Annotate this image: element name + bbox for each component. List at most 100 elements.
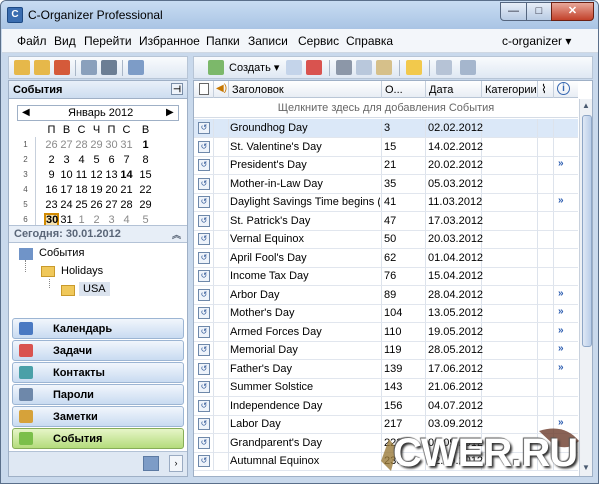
calendar-day[interactable]: 25	[74, 198, 89, 212]
menu-records[interactable]: Записи	[248, 34, 288, 48]
table-row[interactable]: ↺ St. Patrick's Day 47 17.03.2012	[194, 211, 578, 231]
delete-icon[interactable]	[306, 60, 322, 75]
menu-help[interactable]: Справка	[346, 34, 393, 48]
folder-delete-icon[interactable]	[54, 60, 70, 75]
cut-icon[interactable]	[336, 60, 352, 75]
calendar-day[interactable]: 24	[59, 198, 74, 212]
scroll-up-icon[interactable]: ▲	[582, 101, 590, 110]
print-icon[interactable]	[101, 60, 117, 75]
calendar-day[interactable]: 10	[59, 168, 74, 182]
calendar-day[interactable]: 30	[104, 138, 119, 152]
menu-file[interactable]: Файл	[17, 34, 47, 48]
table-row[interactable]: ↺ Armed Forces Day 110 19.05.2012 »	[194, 322, 578, 342]
calendar-day[interactable]: 1	[138, 138, 153, 152]
table-row[interactable]: ↺ Groundhog Day 3 02.02.2012	[194, 119, 578, 138]
scroll-thumb[interactable]	[582, 115, 592, 347]
calendar-day[interactable]: 4	[74, 153, 89, 167]
minimize-button[interactable]: —	[500, 2, 527, 21]
note-icon[interactable]	[406, 60, 422, 75]
table-row[interactable]: ↺ Arbor Day 89 28.04.2012 »	[194, 285, 578, 305]
create-icon[interactable]	[208, 60, 224, 75]
table-row[interactable]: ↺ Father's Day 139 17.06.2012 »	[194, 359, 578, 379]
calendar-day[interactable]: 12	[89, 168, 104, 182]
layout-icon[interactable]	[128, 60, 144, 75]
menu-folders[interactable]: Папки	[206, 34, 240, 48]
calendar-day[interactable]: 31	[119, 138, 134, 152]
calendar-day[interactable]: 7	[119, 153, 134, 167]
calendar-day[interactable]: 21	[119, 183, 134, 197]
prev-month-icon[interactable]: ◀	[22, 107, 30, 118]
tree-holidays[interactable]: Holidays	[61, 265, 103, 277]
col-categories[interactable]: Категории	[485, 84, 537, 96]
col-title[interactable]: Заголовок	[232, 84, 284, 96]
table-row[interactable]: ↺ Vernal Equinox 50 20.03.2012	[194, 230, 578, 249]
calendar-icon[interactable]	[143, 456, 159, 471]
table-row[interactable]: ↺ Independence Day 156 04.07.2012	[194, 396, 578, 416]
calendar-day[interactable]: 28	[74, 138, 89, 152]
calendar-day[interactable]: 15	[138, 168, 153, 182]
calendar-day[interactable]: 8	[138, 153, 153, 167]
table-row[interactable]: ↺ Summer Solstice 143 21.06.2012	[194, 378, 578, 397]
nav-contacts[interactable]: Контакты	[12, 362, 184, 383]
calendar-day[interactable]: 20	[104, 183, 119, 197]
profile-selector[interactable]: c-organizer ▾	[502, 34, 571, 48]
calendar-day[interactable]: 14	[119, 168, 134, 182]
nav-tasks[interactable]: Задачи	[12, 340, 184, 361]
calendar-day[interactable]: 3	[59, 153, 74, 167]
tree-usa[interactable]: USA	[79, 282, 110, 296]
calendar-day[interactable]: 26	[89, 198, 104, 212]
table-row[interactable]: ↺ April Fool's Day 62 01.04.2012	[194, 248, 578, 268]
menu-favorites[interactable]: Избранное	[139, 34, 200, 48]
edit-icon[interactable]	[286, 60, 302, 75]
calendar-day[interactable]: 11	[74, 168, 89, 182]
calendar-day[interactable]: 23	[44, 198, 59, 212]
calendar-day[interactable]: 27	[104, 198, 119, 212]
add-event-row[interactable]: Щелкните здесь для добавления События	[194, 99, 578, 118]
calendar-day[interactable]: 18	[74, 183, 89, 197]
calendar-day[interactable]: 6	[104, 153, 119, 167]
calendar-day[interactable]: 22	[138, 183, 153, 197]
table-row[interactable]: ↺ Mother's Day 104 13.05.2012 »	[194, 304, 578, 323]
nav-notes[interactable]: Заметки	[12, 406, 184, 427]
calendar-day[interactable]: 2	[44, 153, 59, 167]
table-row[interactable]: ↺ Income Tax Day 76 15.04.2012	[194, 267, 578, 286]
tree-root[interactable]: События	[39, 247, 84, 259]
properties-icon[interactable]	[436, 60, 452, 75]
menu-view[interactable]: Вид	[54, 34, 76, 48]
menu-go[interactable]: Перейти	[84, 34, 132, 48]
table-row[interactable]: ↺ Mother-in-Law Day 35 05.03.2012	[194, 174, 578, 194]
calendar-day[interactable]: 19	[89, 183, 104, 197]
col-num[interactable]: О...	[385, 84, 403, 96]
next-month-icon[interactable]: ▶	[166, 107, 174, 118]
nav-passwords[interactable]: Пароли	[12, 384, 184, 405]
calendar-day[interactable]: 16	[44, 183, 59, 197]
table-row[interactable]: ↺ President's Day 21 20.02.2012 »	[194, 156, 578, 175]
columns-icon[interactable]	[460, 60, 476, 75]
table-row[interactable]: ↺ Memorial Day 119 28.05.2012 »	[194, 341, 578, 360]
maximize-button[interactable]: □	[526, 2, 552, 21]
calendar-day[interactable]: 5	[89, 153, 104, 167]
paste-icon[interactable]	[376, 60, 392, 75]
folder-add-icon[interactable]	[34, 60, 50, 75]
table-row[interactable]: ↺ Daylight Savings Time begins (... 41 11.0…	[194, 193, 578, 212]
close-button[interactable]: ✕	[551, 2, 594, 21]
calendar-day[interactable]: 13	[104, 168, 119, 182]
calendar-day[interactable]: 27	[59, 138, 74, 152]
calendar-day[interactable]: 26	[44, 138, 59, 152]
calendar-day[interactable]: 17	[59, 183, 74, 197]
expand-nav-icon[interactable]: ›	[169, 455, 183, 472]
calendar-day[interactable]: 9	[44, 168, 59, 182]
collapse-icon[interactable]: ︽	[172, 228, 181, 241]
search-icon[interactable]	[81, 60, 97, 75]
table-row[interactable]: ↺ St. Valentine's Day 15 14.02.2012	[194, 137, 578, 157]
pin-icon[interactable]: ⊣	[171, 83, 183, 95]
nav-events[interactable]: События	[12, 428, 184, 449]
create-button[interactable]: Создать ▾	[229, 61, 279, 74]
folder-icon[interactable]	[14, 60, 30, 75]
calendar-day[interactable]: 29	[89, 138, 104, 152]
calendar-day[interactable]: 28	[119, 198, 134, 212]
calendar-day[interactable]: 29	[138, 198, 153, 212]
copy-icon[interactable]	[356, 60, 372, 75]
col-date[interactable]: Дата	[429, 84, 453, 96]
menu-service[interactable]: Сервис	[298, 34, 339, 48]
